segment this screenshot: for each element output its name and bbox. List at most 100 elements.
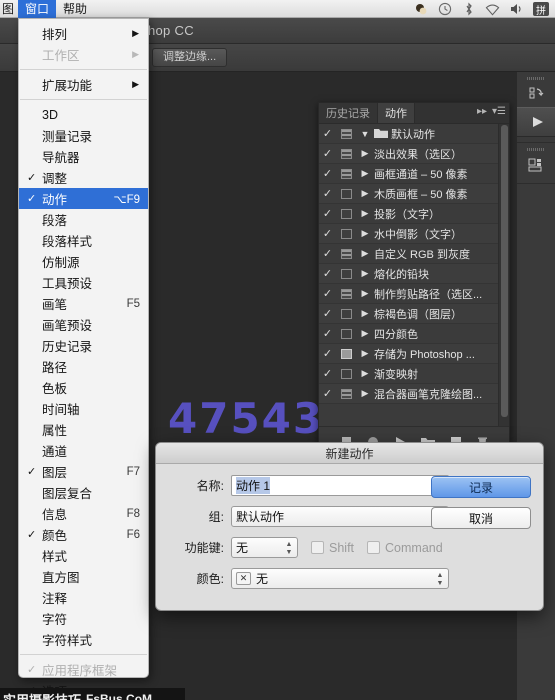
window-dropdown-menu[interactable]: 排列▶工作区▶扩展功能▶3D测量记录导航器✓调整✓动作⌥F9段落段落样式仿制源工… (18, 18, 149, 678)
face-icon[interactable] (413, 2, 428, 17)
refine-edge-button[interactable]: 调整边缘... (152, 48, 227, 67)
disclosure-triangle-icon[interactable]: ▶ (356, 188, 374, 199)
action-enabled-check[interactable]: ✓ (319, 387, 336, 400)
action-row[interactable]: ✓▶棕褐色调（图层） (319, 304, 509, 324)
disclosure-triangle-icon[interactable]: ▶ (356, 228, 374, 239)
menu-item-27[interactable]: 直方图 (19, 566, 148, 587)
disclosure-triangle-icon[interactable]: ▶ (356, 308, 374, 319)
time-machine-icon[interactable] (437, 2, 452, 17)
action-enabled-check[interactable]: ✓ (319, 307, 336, 320)
play-actions-icon[interactable] (517, 107, 555, 137)
action-enabled-check[interactable]: ✓ (319, 227, 336, 240)
action-row[interactable]: ✓▼默认动作 (319, 124, 509, 144)
action-dialog-toggle[interactable] (336, 149, 356, 159)
disclosure-triangle-icon[interactable]: ▶ (356, 148, 374, 159)
menu-item-11[interactable]: 段落样式 (19, 230, 148, 251)
action-enabled-check[interactable]: ✓ (319, 207, 336, 220)
panel-menu-icon[interactable]: ▾☰ (492, 106, 506, 117)
action-enabled-check[interactable]: ✓ (319, 287, 336, 300)
menu-item-25[interactable]: ✓颜色F6 (19, 524, 148, 545)
menu-item-30[interactable]: 字符样式 (19, 629, 148, 650)
action-row[interactable]: ✓▶自定义 RGB 到灰度 (319, 244, 509, 264)
menu-item-16[interactable]: 历史记录 (19, 335, 148, 356)
action-dialog-toggle[interactable] (336, 329, 356, 339)
action-dialog-toggle[interactable] (336, 229, 356, 239)
action-enabled-check[interactable]: ✓ (319, 147, 336, 160)
action-dialog-toggle[interactable] (336, 289, 356, 299)
menu-item-21[interactable]: 通道 (19, 440, 148, 461)
menu-item-18[interactable]: 色板 (19, 377, 148, 398)
action-enabled-check[interactable]: ✓ (319, 327, 336, 340)
menu-item-7[interactable]: 导航器 (19, 146, 148, 167)
history-icon[interactable] (517, 81, 555, 107)
disclosure-triangle-icon[interactable]: ▶ (356, 208, 374, 219)
action-dialog-toggle[interactable] (336, 189, 356, 199)
action-dialog-toggle[interactable] (336, 129, 356, 139)
menu-item-23[interactable]: 图层复合 (19, 482, 148, 503)
action-enabled-check[interactable]: ✓ (319, 367, 336, 380)
menu-item-26[interactable]: 样式 (19, 545, 148, 566)
double-chevron-right-icon[interactable]: ▸▸ (477, 106, 487, 117)
action-dialog-toggle[interactable] (336, 389, 356, 399)
menu-item-29[interactable]: 字符 (19, 608, 148, 629)
menubar-item-help[interactable]: 帮助 (56, 0, 94, 18)
stepper-icon[interactable]: ▲▼ (285, 541, 293, 556)
menu-item-20[interactable]: 属性 (19, 419, 148, 440)
menu-item-13[interactable]: 工具预设 (19, 272, 148, 293)
menu-item-6[interactable]: 测量记录 (19, 125, 148, 146)
actions-panel-scrollbar[interactable] (498, 124, 509, 426)
action-dialog-toggle[interactable] (336, 349, 356, 359)
menu-item-28[interactable]: 注释 (19, 587, 148, 608)
menu-item-17[interactable]: 路径 (19, 356, 148, 377)
layers-icon[interactable] (517, 152, 555, 178)
menubar-item-0[interactable]: 图 (0, 0, 18, 18)
disclosure-triangle-icon[interactable]: ▶ (356, 268, 374, 279)
menu-item-0[interactable]: 排列▶ (19, 23, 148, 44)
action-row[interactable]: ✓▶淡出效果（选区） (319, 144, 509, 164)
function-key-select[interactable]: 无 ▲▼ (231, 537, 298, 558)
action-row[interactable]: ✓▶木质画框 – 50 像素 (319, 184, 509, 204)
tab-history[interactable]: 历史记录 (319, 103, 378, 123)
color-select[interactable]: ✕ 无 ▲▼ (231, 568, 449, 589)
action-row[interactable]: ✓▶渐变映射 (319, 364, 509, 384)
action-row[interactable]: ✓▶制作剪贴路径（选区... (319, 284, 509, 304)
action-name-input[interactable]: 动作 1 (231, 475, 449, 496)
input-method-icon[interactable]: 拼 (533, 2, 549, 16)
action-row[interactable]: ✓▶存储为 Photoshop ... (319, 344, 509, 364)
volume-icon[interactable] (509, 2, 524, 17)
disclosure-triangle-icon[interactable]: ▶ (356, 388, 374, 399)
record-button[interactable]: 记录 (431, 476, 531, 498)
disclosure-triangle-icon[interactable]: ▶ (356, 168, 374, 179)
scrollbar-thumb[interactable] (501, 125, 508, 417)
stepper-icon[interactable]: ▲▼ (436, 572, 444, 587)
action-dialog-toggle[interactable] (336, 269, 356, 279)
wifi-icon[interactable] (485, 2, 500, 17)
menu-item-5[interactable]: 3D (19, 104, 148, 125)
disclosure-triangle-icon[interactable]: ▶ (356, 328, 374, 339)
menu-item-8[interactable]: ✓调整 (19, 167, 148, 188)
disclosure-triangle-icon[interactable]: ▶ (356, 288, 374, 299)
menu-item-10[interactable]: 段落 (19, 209, 148, 230)
action-enabled-check[interactable]: ✓ (319, 347, 336, 360)
action-dialog-toggle[interactable] (336, 169, 356, 179)
action-enabled-check[interactable]: ✓ (319, 187, 336, 200)
disclosure-triangle-icon[interactable]: ▶ (356, 348, 374, 359)
action-dialog-toggle[interactable] (336, 249, 356, 259)
menu-item-15[interactable]: 画笔预设 (19, 314, 148, 335)
menu-item-9[interactable]: ✓动作⌥F9 (19, 188, 148, 209)
actions-list[interactable]: ✓▼默认动作✓▶淡出效果（选区）✓▶画框通道 – 50 像素✓▶木质画框 – 5… (319, 124, 509, 426)
cancel-button[interactable]: 取消 (431, 507, 531, 529)
menu-item-3[interactable]: 扩展功能▶ (19, 74, 148, 95)
disclosure-triangle-icon[interactable]: ▼ (356, 129, 374, 139)
shift-checkbox[interactable]: Shift (311, 541, 354, 555)
action-dialog-toggle[interactable] (336, 209, 356, 219)
action-enabled-check[interactable]: ✓ (319, 167, 336, 180)
action-row[interactable]: ✓▶投影（文字） (319, 204, 509, 224)
action-enabled-check[interactable]: ✓ (319, 267, 336, 280)
action-enabled-check[interactable]: ✓ (319, 127, 336, 140)
menu-item-24[interactable]: 信息F8 (19, 503, 148, 524)
tab-actions[interactable]: 动作 (378, 103, 415, 123)
action-row[interactable]: ✓▶熔化的铅块 (319, 264, 509, 284)
menu-item-14[interactable]: 画笔F5 (19, 293, 148, 314)
action-dialog-toggle[interactable] (336, 309, 356, 319)
